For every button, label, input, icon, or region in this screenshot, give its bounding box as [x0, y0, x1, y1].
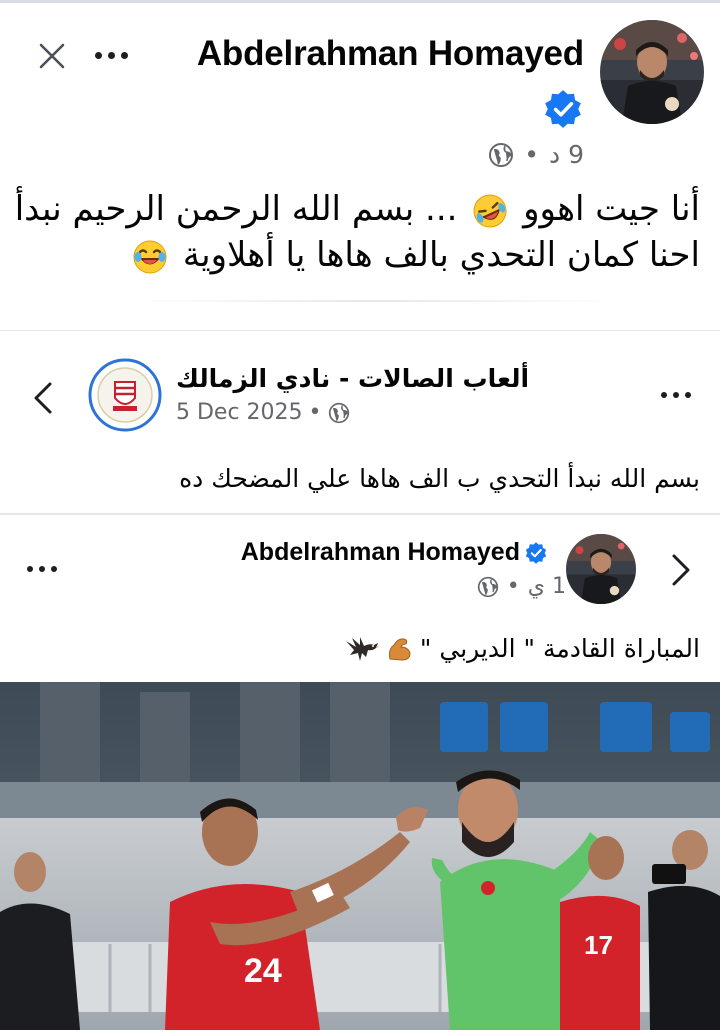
post-text-part-3: احنا كمان التحدي بالف هاها يا أهلاوية: [182, 235, 700, 275]
post-text-part-1: أنا جيت اهوو: [523, 189, 700, 229]
close-button[interactable]: [34, 38, 70, 74]
post-time[interactable]: 9 د: [549, 140, 584, 169]
post-author-name[interactable]: Abdelrahman Homayed: [197, 34, 584, 74]
globe-icon: [328, 402, 349, 423]
shared-post-text: بسم الله نبدأ التحدي ب الف هاها علي المض…: [179, 464, 700, 493]
shared-meta: 5 Dec 2025 •: [176, 400, 350, 425]
meta-dot: •: [506, 574, 520, 599]
globe-icon: [489, 142, 514, 167]
post-text-line-2: احنا كمان التحدي بالف هاها يا أهلاوية: [10, 232, 700, 278]
inner-author-name[interactable]: Abdelrahman Homayed: [241, 538, 520, 567]
joy-emoji-icon: [133, 240, 167, 273]
top-divider: [0, 0, 720, 3]
inner-more-button[interactable]: [20, 554, 64, 584]
post-more-button[interactable]: [84, 40, 138, 70]
more-dots-icon: [94, 51, 128, 59]
inner-post-text: المباراة القادمة " الديربي ": [344, 634, 700, 663]
post-photo[interactable]: 24 17: [0, 682, 720, 1030]
post-text-part-2: ... بسم الله الرحمن الرحيم نبدأ: [14, 189, 458, 229]
chevron-right-icon[interactable]: [666, 552, 694, 588]
verified-badge-icon: [545, 90, 581, 128]
globe-icon: [477, 576, 498, 597]
text-separator: [130, 300, 620, 302]
rofl-emoji-icon: [473, 194, 507, 227]
inner-author-avatar[interactable]: [566, 534, 636, 604]
chevron-left-icon[interactable]: [28, 378, 60, 418]
inner-meta: 1 ي •: [477, 574, 566, 599]
handball-celebration-image: 24 17: [0, 682, 720, 1030]
svg-text:24: 24: [244, 952, 282, 990]
more-dots-icon: [27, 566, 57, 572]
svg-text:17: 17: [584, 930, 613, 960]
flexed-biceps-icon: [388, 637, 411, 661]
shared-date[interactable]: 5 Dec 2025: [176, 400, 303, 425]
inner-time[interactable]: 1 ي: [528, 574, 566, 599]
more-dots-icon: [661, 392, 691, 398]
post-text: أنا جيت اهوو ... بسم الله الرحمن الرحيم …: [10, 186, 700, 278]
zamalek-club-logo[interactable]: [88, 358, 162, 432]
meta-dot: •: [308, 400, 322, 425]
close-icon: [39, 43, 65, 69]
meta-dot: •: [524, 140, 539, 169]
shared-page-name[interactable]: ألعاب الصالات - نادي الزمالك: [176, 364, 529, 393]
verified-badge-icon: [525, 542, 547, 564]
shared-more-button[interactable]: [654, 380, 698, 410]
author-avatar[interactable]: [600, 20, 704, 124]
post-text-line-1: أنا جيت اهوو ... بسم الله الرحمن الرحيم …: [10, 186, 700, 232]
post-meta: 9 د •: [488, 140, 584, 169]
eagle-icon: [345, 636, 379, 661]
inner-post-text-content: المباراة القادمة " الديربي ": [419, 634, 700, 663]
